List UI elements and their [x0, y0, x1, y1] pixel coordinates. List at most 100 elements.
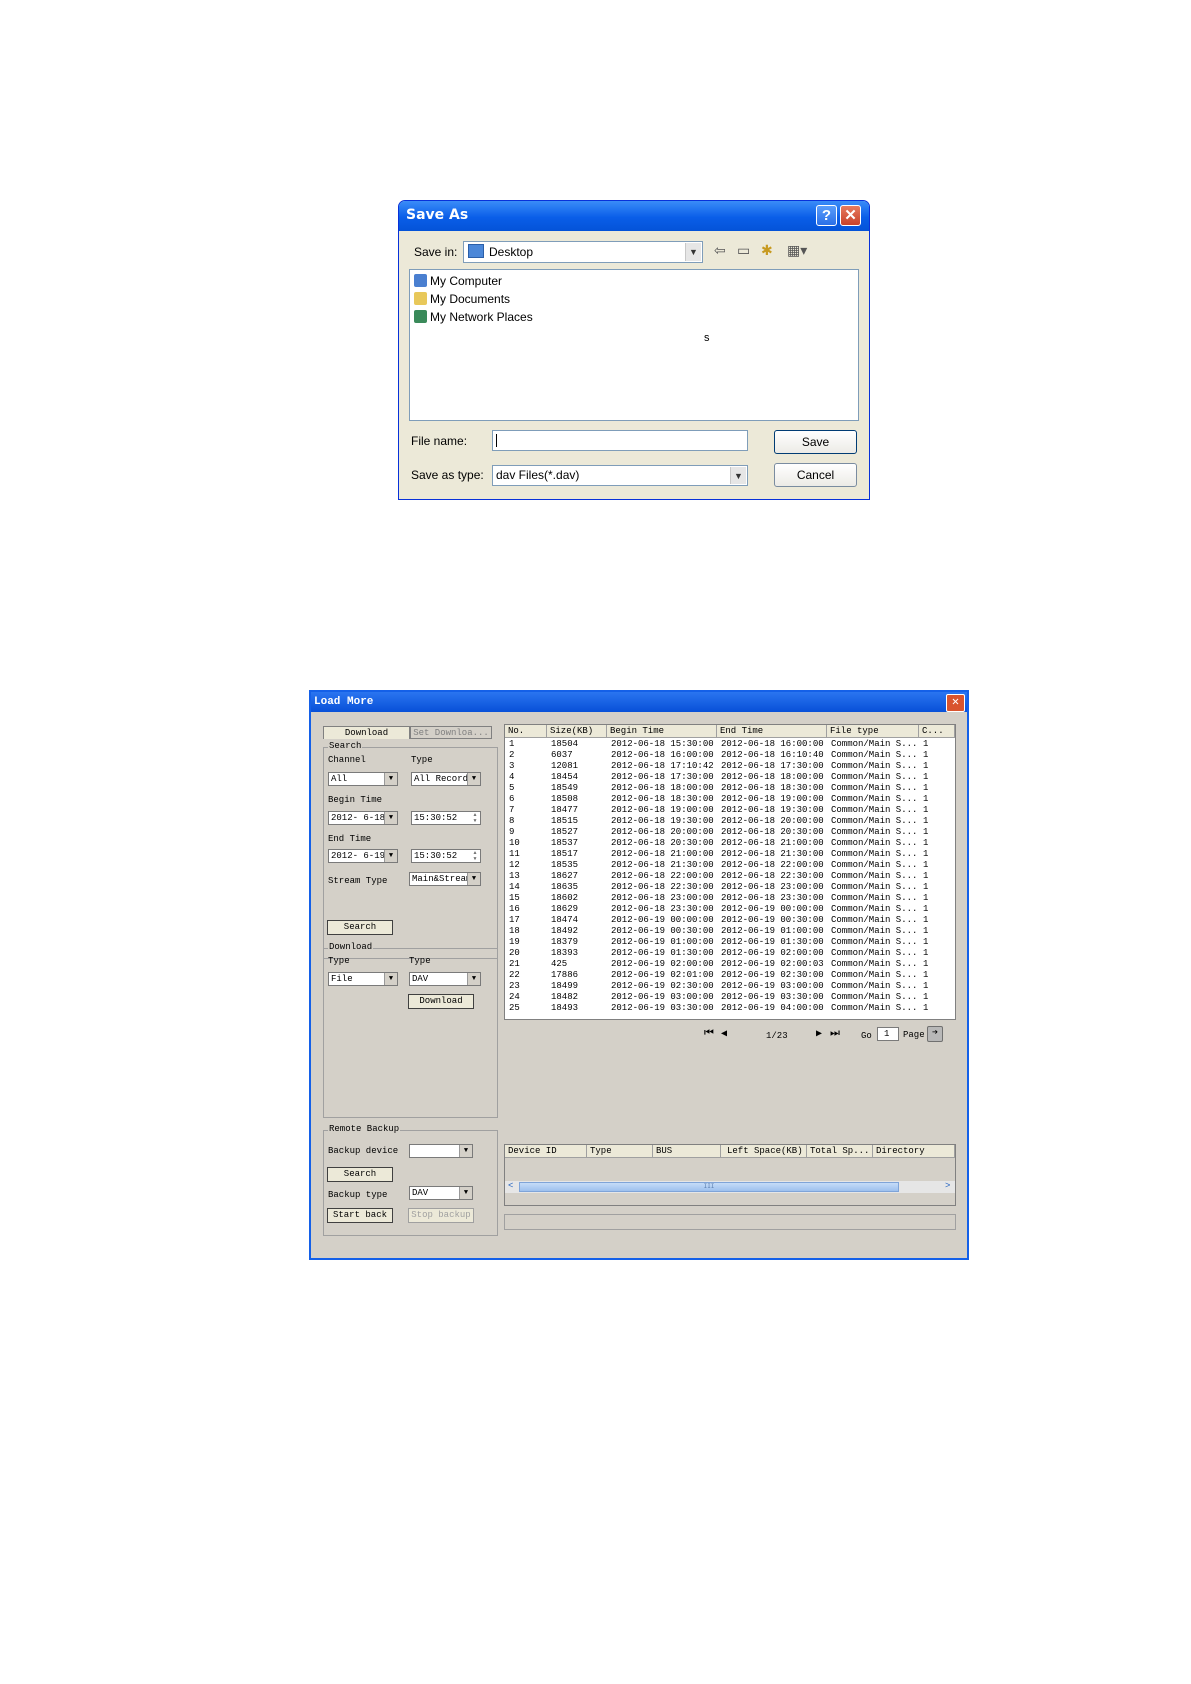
close-icon[interactable]: ✕	[946, 694, 965, 712]
scroll-left-icon[interactable]: <	[508, 1181, 513, 1191]
chevron-down-icon[interactable]: ▼	[467, 873, 480, 885]
cancel-button[interactable]: Cancel	[774, 463, 857, 487]
chevron-down-icon[interactable]: ▼	[730, 467, 746, 484]
chevron-down-icon[interactable]: ▼	[459, 1187, 472, 1199]
chevron-down-icon[interactable]: ▼	[384, 773, 397, 785]
backup-device-dropdown[interactable]: ▼	[409, 1144, 473, 1158]
close-icon[interactable]: ✕	[840, 205, 861, 226]
table-row[interactable]: 19 18379 2012-06-19 01:00:00 2012-06-19 01:…	[505, 937, 955, 948]
backup-type-dropdown[interactable]: DAV ▼	[409, 1186, 473, 1200]
table-row[interactable]: 8 18515 2012-06-18 19:30:00 2012-06-18 20:0…	[505, 816, 955, 827]
stream-type-dropdown[interactable]: Main&Stream ▼	[409, 872, 481, 886]
begin-date-picker[interactable]: 2012- 6-18 ▼	[328, 811, 398, 825]
tab-download[interactable]: Download	[323, 726, 410, 739]
table-row[interactable]: 2 6037 2012-06-18 16:00:00 2012-06-18 16:10…	[505, 750, 955, 761]
list-item[interactable]: My Network Places	[414, 310, 533, 324]
begin-time-input[interactable]: 15:30:52 ▲ ▼	[411, 811, 481, 825]
chevron-down-icon[interactable]: ▼	[384, 850, 397, 862]
save-as-type-dropdown[interactable]: dav Files(*.dav) ▼	[492, 465, 748, 486]
title-bar[interactable]: Save As ? ✕	[399, 201, 869, 231]
download-button[interactable]: Download	[408, 994, 474, 1009]
scroll-right-icon[interactable]: >	[945, 1181, 950, 1191]
chevron-down-icon[interactable]: ▼	[467, 973, 480, 985]
back-icon[interactable]: ⇦	[714, 242, 726, 259]
view-menu-icon[interactable]: ▦▾	[787, 242, 807, 259]
table-row[interactable]: 6 18508 2012-06-18 18:30:00 2012-06-18 19:0…	[505, 794, 955, 805]
table-row[interactable]: 22 17886 2012-06-19 02:01:00 2012-06-19 02:…	[505, 970, 955, 981]
table-row[interactable]: 21 425 2012-06-19 02:00:00 2012-06-19 02:00…	[505, 959, 955, 970]
table-cell: 1	[923, 805, 929, 815]
stop-backup-button[interactable]: Stop backup	[408, 1208, 474, 1223]
table-row[interactable]: 4 18454 2012-06-18 17:30:00 2012-06-18 18:0…	[505, 772, 955, 783]
column-header[interactable]: Device ID	[505, 1145, 587, 1158]
column-header[interactable]: C...	[919, 725, 955, 738]
horizontal-scrollbar[interactable]: < III >	[505, 1181, 955, 1193]
table-row[interactable]: 12 18535 2012-06-18 21:30:00 2012-06-18 22:…	[505, 860, 955, 871]
page-input[interactable]: 1	[877, 1027, 899, 1041]
list-item[interactable]: My Computer	[414, 274, 502, 288]
record-table[interactable]: No. Size(KB) Begin Time End Time File ty…	[504, 724, 956, 1020]
table-row[interactable]: 11 18517 2012-06-18 21:00:00 2012-06-18 21:…	[505, 849, 955, 860]
table-row[interactable]: 9 18527 2012-06-18 20:00:00 2012-06-18 20:3…	[505, 827, 955, 838]
chevron-down-icon[interactable]: ▼	[467, 773, 480, 785]
list-item[interactable]: My Documents	[414, 292, 510, 306]
help-icon[interactable]: ?	[816, 205, 837, 226]
spin-arrows-icon[interactable]: ▲ ▼	[470, 812, 480, 824]
chevron-down-icon[interactable]: ▼	[384, 812, 397, 824]
column-header[interactable]: BUS	[653, 1145, 721, 1158]
next-page-icon[interactable]: ▶	[816, 1028, 822, 1040]
save-button[interactable]: Save	[774, 430, 857, 454]
table-row[interactable]: 16 18629 2012-06-18 23:30:00 2012-06-19 00:…	[505, 904, 955, 915]
table-row[interactable]: 1 18504 2012-06-18 15:30:00 2012-06-18 16:0…	[505, 739, 955, 750]
backup-search-button[interactable]: Search	[327, 1167, 393, 1182]
column-header[interactable]: Directory	[873, 1145, 955, 1158]
table-row[interactable]: 24 18482 2012-06-19 03:00:00 2012-06-19 03:…	[505, 992, 955, 1003]
go-arrow-icon[interactable]: ➔	[927, 1026, 943, 1042]
prev-page-icon[interactable]: ◀	[721, 1028, 727, 1040]
device-table[interactable]: Device ID Type BUS Left Space(KB) Total …	[504, 1144, 956, 1206]
search-button[interactable]: Search	[327, 920, 393, 935]
table-row[interactable]: 3 12081 2012-06-18 17:10:42 2012-06-18 17:3…	[505, 761, 955, 772]
table-row[interactable]: 25 18493 2012-06-19 03:30:00 2012-06-19 04:…	[505, 1003, 955, 1014]
table-row[interactable]: 7 18477 2012-06-18 19:00:00 2012-06-18 19:3…	[505, 805, 955, 816]
chevron-down-icon[interactable]: ▼	[685, 243, 701, 261]
up-folder-icon[interactable]: ▭	[737, 242, 750, 259]
table-row[interactable]: 13 18627 2012-06-18 22:00:00 2012-06-18 22:…	[505, 871, 955, 882]
column-header[interactable]: Begin Time	[607, 725, 717, 738]
channel-dropdown[interactable]: All ▼	[328, 772, 398, 786]
first-page-icon[interactable]: ⏮	[704, 1028, 714, 1040]
table-row[interactable]: 17 18474 2012-06-19 00:00:00 2012-06-19 00:…	[505, 915, 955, 926]
column-header[interactable]: Type	[587, 1145, 653, 1158]
save-in-dropdown[interactable]: Desktop ▼	[463, 241, 703, 263]
scroll-thumb[interactable]: III	[519, 1182, 899, 1192]
chevron-down-icon[interactable]: ▼	[459, 1145, 472, 1157]
table-row[interactable]: 10 18537 2012-06-18 20:30:00 2012-06-18 21:…	[505, 838, 955, 849]
file-name-input[interactable]	[492, 430, 748, 451]
table-row[interactable]: 18 18492 2012-06-19 00:30:00 2012-06-19 01:…	[505, 926, 955, 937]
file-format-dropdown[interactable]: DAV ▼	[409, 972, 481, 986]
chevron-down-icon[interactable]: ▼	[384, 973, 397, 985]
new-folder-icon[interactable]: ✱	[761, 242, 773, 259]
download-type-dropdown[interactable]: File ▼	[328, 972, 398, 986]
last-page-icon[interactable]: ⏭	[830, 1028, 840, 1040]
column-header[interactable]: Left Space(KB)	[721, 1145, 807, 1158]
record-type-dropdown[interactable]: All Records ▼	[411, 772, 481, 786]
table-row[interactable]: 5 18549 2012-06-18 18:00:00 2012-06-18 18:3…	[505, 783, 955, 794]
table-cell: 2012-06-18 16:00:00	[721, 739, 824, 749]
column-header[interactable]: End Time	[717, 725, 827, 738]
table-row[interactable]: 14 18635 2012-06-18 22:30:00 2012-06-18 23:…	[505, 882, 955, 893]
column-header[interactable]: Size(KB)	[547, 725, 607, 738]
file-list[interactable]: My Computer My Documents My Network Plac…	[409, 269, 859, 421]
table-row[interactable]: 23 18499 2012-06-19 02:30:00 2012-06-19 03:…	[505, 981, 955, 992]
end-time-input[interactable]: 15:30:52 ▲ ▼	[411, 849, 481, 863]
table-row[interactable]: 15 18602 2012-06-18 23:00:00 2012-06-18 23:…	[505, 893, 955, 904]
spin-arrows-icon[interactable]: ▲ ▼	[470, 850, 480, 862]
title-bar[interactable]: Load More ✕	[311, 692, 967, 712]
start-backup-button[interactable]: Start back	[327, 1208, 393, 1223]
table-row[interactable]: 20 18393 2012-06-19 01:30:00 2012-06-19 02:…	[505, 948, 955, 959]
tab-set-download[interactable]: Set Downloa...	[410, 726, 492, 739]
column-header[interactable]: No.	[505, 725, 547, 738]
column-header[interactable]: File type	[827, 725, 919, 738]
column-header[interactable]: Total Sp...	[807, 1145, 873, 1158]
end-date-picker[interactable]: 2012- 6-19 ▼	[328, 849, 398, 863]
